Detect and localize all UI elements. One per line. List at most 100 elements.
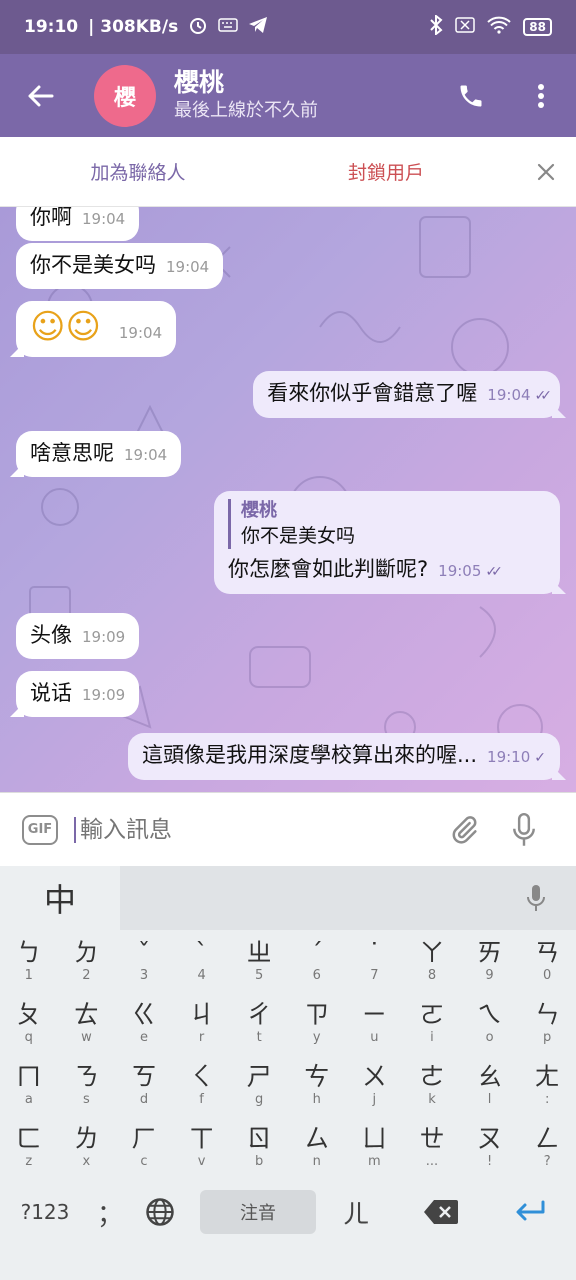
key[interactable]: ㄐr	[173, 992, 231, 1054]
key[interactable]: ㄛi	[403, 992, 461, 1054]
reply-quote[interactable]: 櫻桃 你不是美女吗	[228, 499, 546, 549]
message-composer: GIF	[0, 792, 576, 866]
close-icon	[537, 163, 555, 180]
message-bubble-incoming[interactable]: 啥意思呢 19:04	[16, 431, 182, 477]
message-bubble-incoming[interactable]: 你不是美女吗 19:04	[16, 243, 224, 289]
message-text: 這頭像是我用深度學校算出來的喔...	[142, 743, 478, 767]
wifi-icon	[487, 16, 511, 39]
message-text: 你不是美女吗	[30, 253, 156, 277]
attach-button[interactable]	[434, 793, 494, 867]
chat-messages-area[interactable]: 你啊 19:04 你不是美女吗 19:04 ☺☺ 19:04 看來你似乎會錯意了喔 19…	[0, 207, 576, 792]
message-bubble-incoming[interactable]: 说话 19:09	[16, 671, 140, 717]
key[interactable]: ˙ 7	[346, 930, 404, 992]
key[interactable]: ㄢ0	[518, 930, 576, 992]
avatar[interactable]: 櫻	[94, 64, 156, 127]
key[interactable]: ㄅ1	[0, 930, 58, 992]
key[interactable]: ㄌx	[58, 1116, 116, 1178]
key[interactable]: ㄩm	[346, 1116, 404, 1178]
message-bubble-outgoing[interactable]: 這頭像是我用深度學校算出來的喔... 19:10 ✓	[128, 733, 560, 780]
sim-off-icon	[455, 16, 476, 38]
key[interactable]: ˊ6	[288, 930, 346, 992]
keyboard-row-1: ㄅ1 ㄉ2 ˇ3 ˋ4 ㄓ5 ˊ6 ˙ 7 ㄚ8 ㄞ9 ㄢ0	[0, 930, 576, 992]
message-text: 说话	[30, 681, 72, 705]
message-bubble-incoming[interactable]: ☺☺ 19:04	[16, 301, 177, 357]
read-receipt-icon: ✓✓	[534, 388, 553, 404]
key[interactable]: ㄞ9	[461, 930, 519, 992]
key[interactable]: ㄙn	[288, 1116, 346, 1178]
microphone-icon	[513, 812, 535, 846]
key[interactable]: ㄧu	[346, 992, 404, 1054]
key[interactable]: ㄣp	[518, 992, 576, 1054]
call-button[interactable]	[436, 54, 506, 137]
key[interactable]: ㄊw	[58, 992, 116, 1054]
key[interactable]: ㄓ5	[230, 930, 288, 992]
key[interactable]: ㄝ...	[403, 1116, 461, 1178]
message-input[interactable]	[74, 816, 434, 843]
message-time: 19:04	[124, 446, 168, 464]
chat-title-block[interactable]: 櫻桃 最後上線於不久前	[174, 68, 318, 124]
key[interactable]: ㄍe	[115, 992, 173, 1054]
message-time: 19:04	[118, 324, 163, 342]
chat-header: 櫻 櫻桃 最後上線於不久前	[0, 54, 576, 137]
gif-button[interactable]: GIF	[22, 814, 58, 845]
key[interactable]: ㄎd	[115, 1054, 173, 1116]
key[interactable]: ㄟo	[461, 992, 519, 1054]
voice-record-button[interactable]	[494, 793, 554, 867]
voice-input-icon[interactable]	[526, 884, 546, 912]
close-action-bar-button[interactable]	[516, 137, 576, 207]
zhuyin-keyboard: 中 ㄅ1 ㄉ2 ˇ3 ˋ4 ㄓ5 ˊ6 ˙ 7 ㄚ8 ㄞ9 ㄢ0 ㄆq ㄊw ㄍe…	[0, 866, 576, 1280]
key[interactable]: ㄥ?	[518, 1116, 576, 1178]
reply-author: 櫻桃	[241, 500, 277, 521]
add-contact-button[interactable]: 加為聯絡人	[0, 158, 276, 185]
read-receipt-icon: ✓✓	[485, 564, 503, 580]
globe-icon	[146, 1198, 174, 1226]
key[interactable]: ㄉ2	[58, 930, 116, 992]
keyboard-row-4: ㄈz ㄌx ㄏc ㄒv ㄖb ㄙn ㄩm ㄝ... ㄡ! ㄥ?	[0, 1116, 576, 1178]
key[interactable]: ˇ3	[115, 930, 173, 992]
key[interactable]: ㄘh	[288, 1054, 346, 1116]
key[interactable]: ˋ4	[173, 930, 231, 992]
block-user-button[interactable]: 封鎖用戶	[276, 158, 496, 185]
message-bubble-incoming[interactable]: 头像 19:09	[16, 613, 140, 659]
key[interactable]: ㄏc	[115, 1116, 173, 1178]
keyboard-row-2: ㄆq ㄊw ㄍe ㄐr ㄔt ㄗy ㄧu ㄛi ㄟo ㄣp	[0, 992, 576, 1054]
key[interactable]: ㄆq	[0, 992, 58, 1054]
key[interactable]: ㄤ:	[518, 1054, 576, 1116]
key[interactable]: ㄋs	[58, 1054, 116, 1116]
language-switch-key[interactable]: 中	[0, 866, 120, 930]
message-bubble-incoming[interactable]: 你啊 19:04	[16, 207, 140, 241]
key[interactable]: ㄔt	[230, 992, 288, 1054]
key[interactable]: ㄕg	[230, 1054, 288, 1116]
message-bubble-outgoing[interactable]: 櫻桃 你不是美女吗 你怎麼會如此判斷呢? 19:05 ✓✓	[214, 491, 560, 594]
backspace-key[interactable]	[396, 1199, 486, 1225]
message-time: 19:09	[82, 628, 126, 646]
key[interactable]: ㄠl	[461, 1054, 519, 1116]
chat-title: 櫻桃	[174, 67, 225, 97]
message-time: 19:04	[82, 210, 126, 228]
more-options-button[interactable]	[506, 54, 576, 137]
key[interactable]: ㄡ!	[461, 1116, 519, 1178]
message-text: 头像	[30, 623, 72, 647]
key[interactable]: ㄗy	[288, 992, 346, 1054]
sent-check-icon: ✓	[534, 750, 546, 766]
enter-key[interactable]	[486, 1200, 576, 1224]
key[interactable]: ㄖb	[230, 1116, 288, 1178]
globe-key[interactable]	[130, 1197, 190, 1227]
space-key[interactable]: 注音	[200, 1190, 316, 1234]
back-button[interactable]	[0, 54, 80, 137]
key[interactable]: ㄜk	[403, 1054, 461, 1116]
key[interactable]: ㄚ8	[403, 930, 461, 992]
message-bubble-outgoing[interactable]: 看來你似乎會錯意了喔 19:04 ✓✓	[253, 371, 560, 418]
key[interactable]: ㄈz	[0, 1116, 58, 1178]
message-time: 19:09	[82, 686, 126, 704]
punctuation-key[interactable]: ；	[90, 1194, 130, 1231]
battery-indicator: 88	[523, 18, 552, 36]
symbols-key[interactable]: ?123	[0, 1200, 90, 1224]
key[interactable]: ㄒv	[173, 1116, 231, 1178]
key[interactable]: ㄨj	[346, 1054, 404, 1116]
reply-text: 你不是美女吗	[241, 525, 356, 547]
key[interactable]: ㄑf	[173, 1054, 231, 1116]
message-time: 19:10	[487, 748, 531, 766]
key[interactable]: ㄇa	[0, 1054, 58, 1116]
key[interactable]: ㄦ	[316, 1194, 396, 1231]
